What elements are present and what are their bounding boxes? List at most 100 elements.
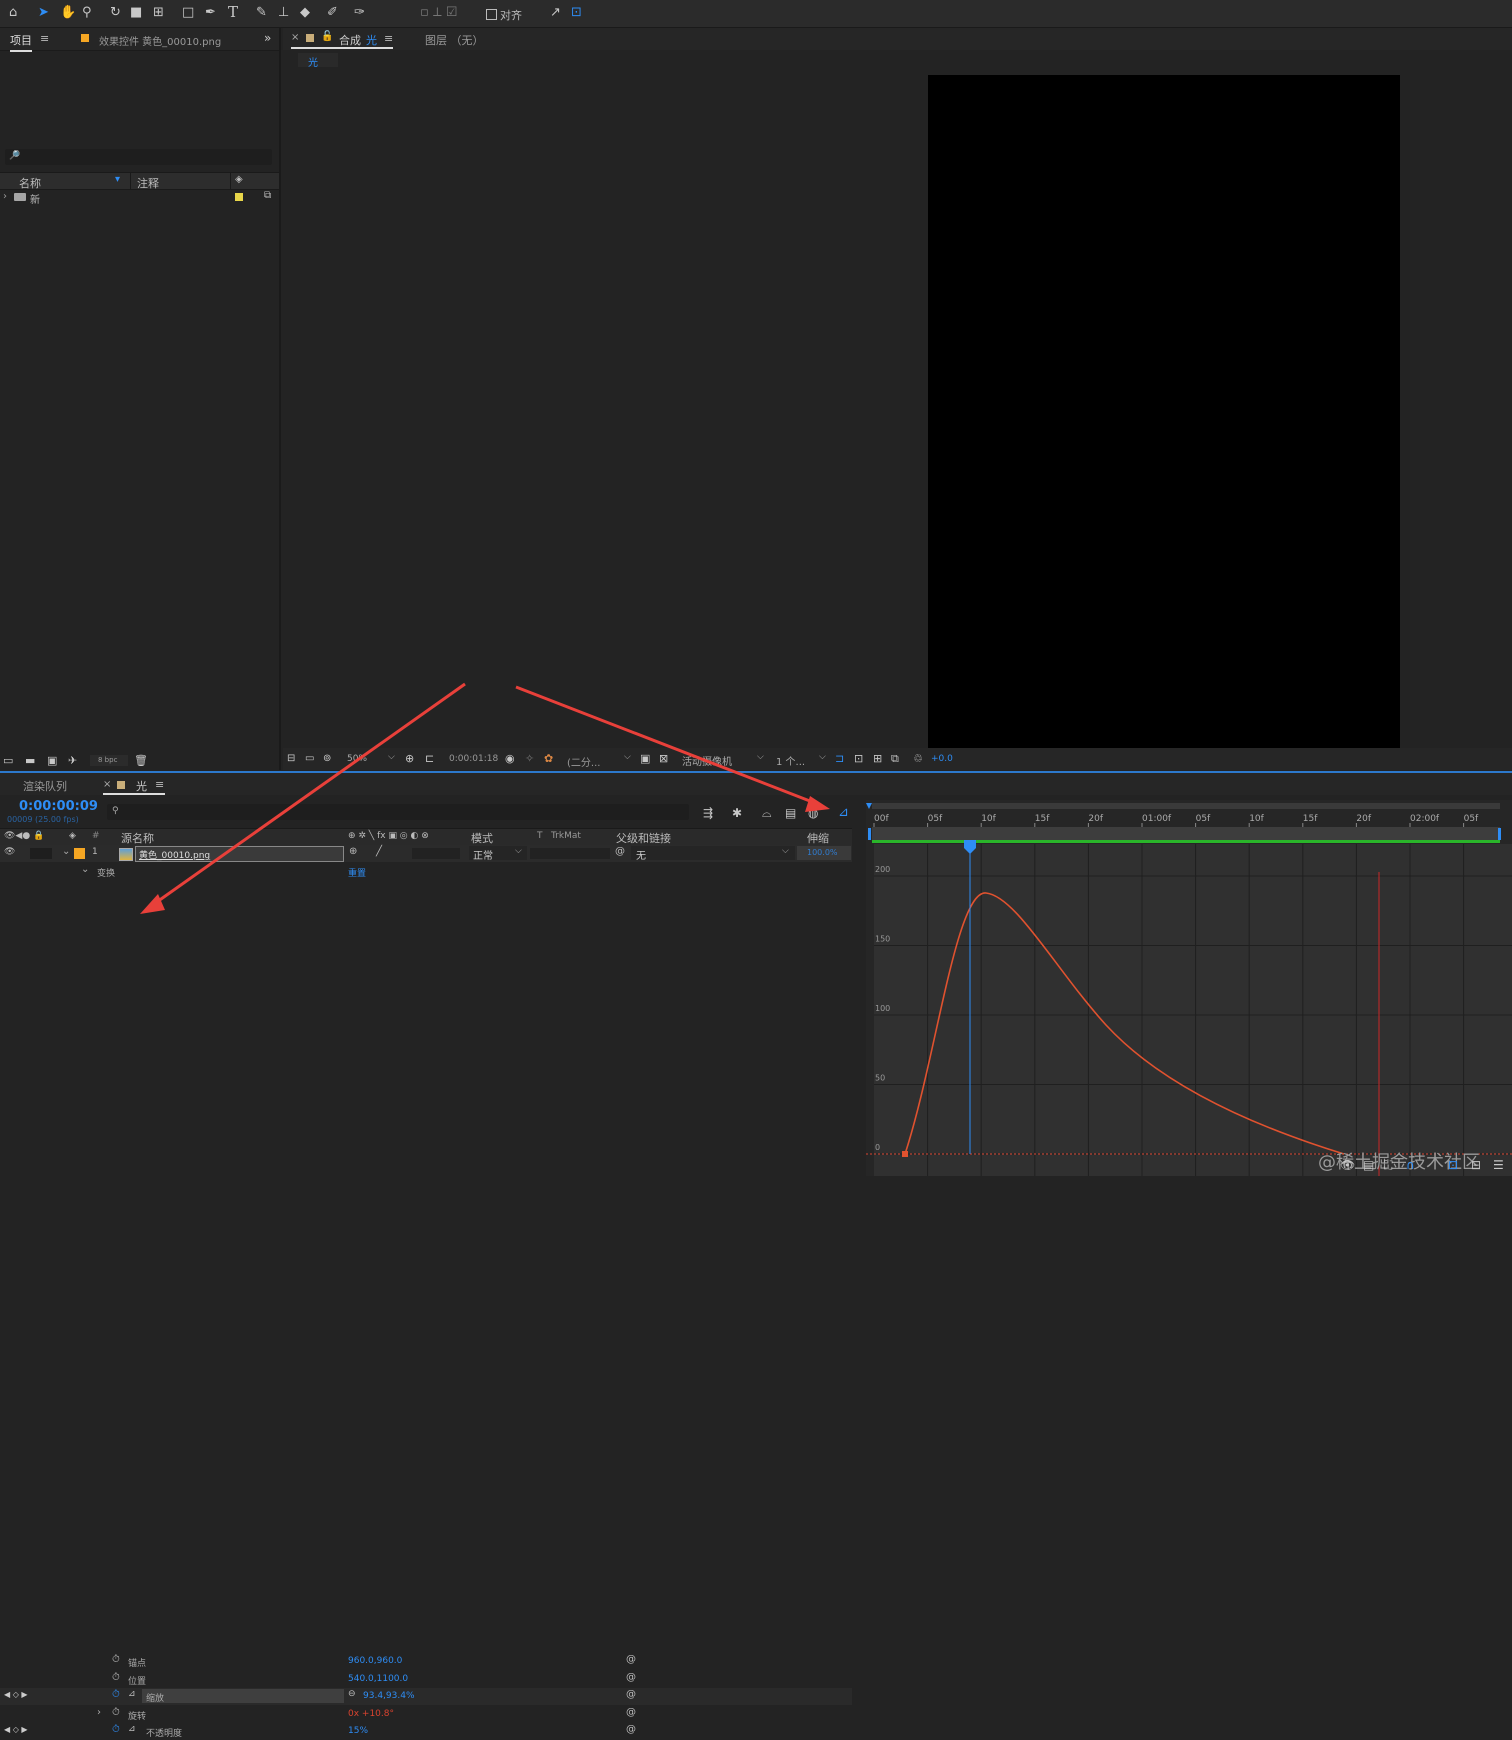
column-mode[interactable]: 模式 xyxy=(471,830,493,846)
comp-breadcrumb[interactable]: 光 xyxy=(298,53,338,69)
stopwatch-icon[interactable]: ⏱ xyxy=(112,1707,120,1718)
zoom-chevron-icon[interactable]: ⌵ xyxy=(388,752,395,762)
quality-switch-icon[interactable]: ╱ xyxy=(376,846,382,857)
home-icon[interactable]: ⌂ xyxy=(9,6,17,20)
transform-chevron-icon[interactable]: ⌄ xyxy=(81,864,89,875)
project-list-item[interactable]: › 新 ⧉ xyxy=(0,190,279,206)
comp-mini-flowchart-icon[interactable]: ⇶ xyxy=(703,806,713,820)
trash-icon[interactable]: 🗑 xyxy=(134,754,148,768)
column-parent[interactable]: 父级和链接 xyxy=(616,830,671,846)
reset-exposure-icon[interactable]: ♲ xyxy=(913,752,923,766)
new-composition-icon[interactable]: ▣ xyxy=(47,754,57,768)
draft-3d-icon[interactable]: ✱ xyxy=(732,806,742,820)
comp-tab-menu-icon[interactable]: ≡ xyxy=(384,32,393,45)
rectangle-icon[interactable]: □ xyxy=(182,6,194,20)
separate-dimensions-icon[interactable]: ☰ xyxy=(1493,1158,1504,1172)
motion-blur-icon[interactable]: ◍ xyxy=(808,806,818,820)
pan-behind-icon[interactable]: ⊞ xyxy=(153,6,164,20)
property-row[interactable]: ⏱ 位置 540.0,1100.0 @ xyxy=(0,1671,852,1688)
zoom-dropdown[interactable]: 50% xyxy=(347,754,367,764)
camera-dropdown[interactable]: 活动摄像机 xyxy=(682,753,732,768)
camera-icon[interactable]: ■ xyxy=(130,6,142,20)
property-value[interactable]: 0x +10.8° xyxy=(348,1709,394,1719)
bpc-button[interactable]: 8 bpc xyxy=(90,755,128,766)
time-ruler[interactable]: 00f 05f 10f 15f 20f 01:00f 05f 10f 15f 20f 02:00f 0… xyxy=(873,814,1479,827)
toggle-pixel-icon[interactable]: ⊐ xyxy=(835,752,844,766)
property-row[interactable]: ◀ ◇ ▶ ⏱ ⊿ 缩放 ⊖ 93.4,93.4% @ xyxy=(0,1688,852,1705)
flowchart-view-icon[interactable]: ⧉ xyxy=(891,752,899,766)
column-comment[interactable]: 注释 xyxy=(137,175,159,191)
new-folder-icon[interactable]: ▬ xyxy=(25,754,35,768)
layer-row[interactable]: 👁 ⌄ 1 黄色_00010.png ⊕ ╱ 正常 ⌵ @ 无 ⌵ 100.0% xyxy=(0,845,852,862)
snap-options-icon[interactable]: ↗ xyxy=(550,6,561,20)
flowchart-icon[interactable]: ⧉ xyxy=(264,190,271,201)
interpret-footage-icon[interactable]: ▭ xyxy=(3,754,13,768)
tab-effects-controls[interactable]: 效果控件 黄色_00010.png xyxy=(99,33,221,48)
comp-viewer-area[interactable] xyxy=(283,72,1512,749)
column-source-name[interactable]: 源名称 xyxy=(121,830,154,846)
hand-icon[interactable]: ✋ xyxy=(60,6,76,20)
tab-render-queue[interactable]: 渲染队列 xyxy=(23,778,67,794)
layer-label-color[interactable] xyxy=(74,848,85,859)
sort-chevron-icon[interactable]: ▾ xyxy=(115,174,120,185)
constrain-proportions-icon[interactable]: ⊖ xyxy=(348,1689,356,1699)
fit-selection-icon[interactable]: ⊡ xyxy=(1448,1158,1458,1172)
puppet-pin-icon[interactable]: ✑ xyxy=(354,6,365,20)
transform-reset-link[interactable]: 重置 xyxy=(348,866,366,879)
layer-expand-chevron-icon[interactable]: ⌄ xyxy=(62,846,70,857)
timeline-tab-menu-icon[interactable]: ≡ xyxy=(155,778,164,791)
fit-icon[interactable]: ⊕ xyxy=(405,752,414,766)
views-dropdown[interactable]: 1 个... xyxy=(776,753,805,768)
monitor-icon[interactable]: ▭ xyxy=(305,752,314,766)
roto-brush-icon[interactable]: ✐ xyxy=(327,6,338,20)
column-name[interactable]: 名称 xyxy=(19,175,41,191)
selection-icon[interactable]: ➤ xyxy=(38,6,49,20)
stopwatch-icon[interactable]: ⏱ xyxy=(112,1654,120,1665)
eraser-icon[interactable]: ◆ xyxy=(300,6,310,20)
graph-editor-svg[interactable]: 00f 05f 10f 15f 20f 01:00f 05f 10f 15f 20f 02:00f 0… xyxy=(866,800,1512,1176)
transparency-grid-icon[interactable]: ⊠ xyxy=(659,752,668,766)
composition-canvas[interactable] xyxy=(928,75,1400,749)
rotation-expand-chevron-icon[interactable]: › xyxy=(97,1707,101,1718)
property-value[interactable]: 540.0,1100.0 xyxy=(348,1674,408,1684)
graph-options-icon[interactable]: ▤ xyxy=(1363,1158,1374,1172)
layer-name-field[interactable]: 黄色_00010.png xyxy=(135,846,344,862)
project-tab-menu-icon[interactable]: ≡ xyxy=(40,32,49,45)
always-preview-icon[interactable]: ⊟ xyxy=(287,752,295,766)
visibility-eye-icon[interactable]: 👁 xyxy=(4,847,15,857)
property-pickwhip-icon[interactable]: @ xyxy=(626,1724,636,1735)
vr-icon[interactable]: ⊚ xyxy=(323,752,331,766)
column-stretch[interactable]: 伸缩 xyxy=(807,830,829,846)
collapse-switch-icon[interactable]: ⊕ xyxy=(349,846,357,857)
property-value[interactable]: 93.4,93.4% xyxy=(363,1691,415,1701)
snapshot-icon[interactable]: ◉ xyxy=(505,752,515,766)
stopwatch-icon[interactable]: ⏱ xyxy=(112,1724,120,1735)
property-pickwhip-icon[interactable]: @ xyxy=(626,1672,636,1683)
tab-layer[interactable]: 图层 （无） xyxy=(425,32,484,48)
pen-icon[interactable]: ✒ xyxy=(205,6,216,20)
show-snapshot-icon[interactable]: ✧ xyxy=(525,752,534,766)
fit-all-icon[interactable]: ⊟ xyxy=(1471,1158,1481,1172)
graph-editor-button[interactable]: ⊿ xyxy=(836,804,854,822)
brush-icon[interactable]: ✎ xyxy=(256,6,267,20)
comp-timecode[interactable]: 0:00:01:18 xyxy=(449,754,498,764)
tab-composition-prefix[interactable]: 合成 xyxy=(339,32,361,48)
hide-shy-layers-icon[interactable]: ⌓ xyxy=(762,806,772,820)
clone-stamp-icon[interactable]: ⊥ xyxy=(278,6,289,20)
show-properties-icon[interactable]: 👁 xyxy=(1340,1158,1355,1172)
timeline-icon[interactable]: ⊞ xyxy=(873,752,882,766)
lock-icon[interactable]: 🔓 xyxy=(321,31,333,42)
property-row[interactable]: ⏱ 锚点 960.0,960.0 @ xyxy=(0,1653,852,1670)
project-settings-icon[interactable]: ✈ xyxy=(68,754,77,768)
property-value[interactable]: 960.0,960.0 xyxy=(348,1656,402,1666)
stopwatch-icon[interactable]: ⏱ xyxy=(112,1689,120,1700)
close-timeline-tab-icon[interactable]: × xyxy=(103,779,111,790)
timeline-search-input[interactable]: ⚲ xyxy=(107,804,689,820)
rotate-icon[interactable]: ↻ xyxy=(110,6,121,20)
frame-blending-icon[interactable]: ▤ xyxy=(785,806,796,820)
column-trkmat[interactable]: TrkMat xyxy=(551,831,581,841)
safe-zones-icon[interactable]: ⊏ xyxy=(425,752,434,766)
resolution-dropdown[interactable]: (二分... xyxy=(567,754,600,769)
keyframe-navigator-icon[interactable]: ◀ ◇ ▶ xyxy=(4,1725,28,1734)
zoom-icon[interactable]: ⚲ xyxy=(82,6,92,20)
